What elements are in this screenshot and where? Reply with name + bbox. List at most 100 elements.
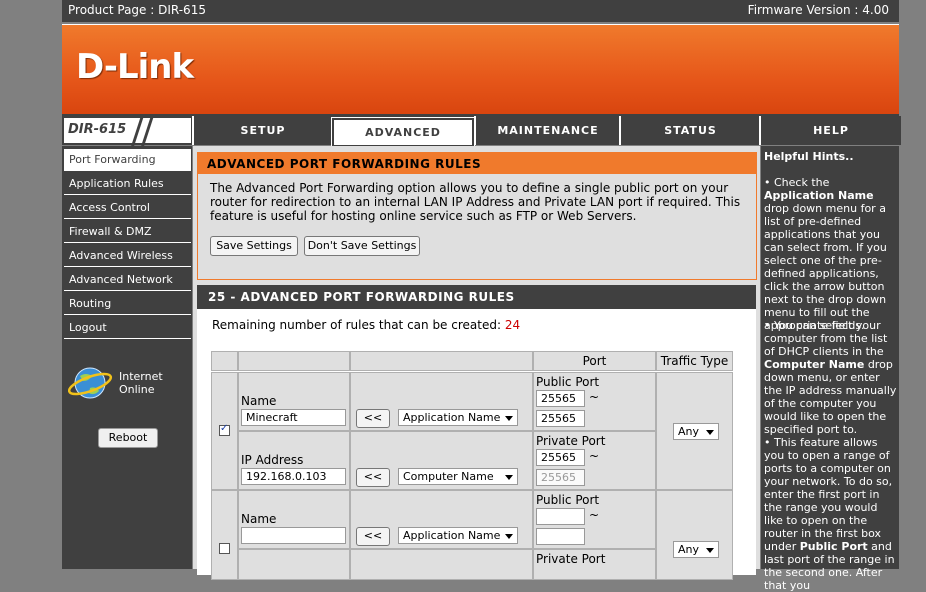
brand-banner: D-Link bbox=[62, 24, 899, 114]
rule-1-public-port-start[interactable]: 25565 bbox=[536, 390, 585, 407]
tab-help[interactable]: HELP bbox=[759, 116, 901, 145]
range-tilde: ~ bbox=[589, 390, 600, 404]
sidebar-item-application-rules[interactable]: Application Rules bbox=[64, 173, 191, 195]
hint-application-name: • Check the Application Name drop down m… bbox=[764, 176, 898, 332]
traffic-type-header: Traffic Type bbox=[656, 351, 733, 371]
hint-text: • Check the bbox=[764, 176, 830, 189]
rule-2-name-cell: Name bbox=[238, 490, 350, 549]
save-settings-button[interactable]: Save Settings bbox=[210, 236, 298, 256]
public-port-label: Public Port bbox=[536, 493, 600, 507]
internet-status: Internet Online bbox=[119, 370, 163, 396]
rule-1-app-cell: << Application Name bbox=[350, 372, 533, 431]
remaining-label: Remaining number of rules that can be cr… bbox=[212, 318, 502, 332]
sidebar-item-logout[interactable]: Logout bbox=[64, 317, 191, 339]
firmware-version-label: Firmware Version : 4.00 bbox=[747, 3, 889, 17]
intro-description: The Advanced Port Forwarding option allo… bbox=[210, 181, 741, 223]
rule-2-check-cell bbox=[211, 490, 238, 580]
private-port-label: Private Port bbox=[536, 434, 606, 448]
tab-status[interactable]: STATUS bbox=[619, 116, 760, 145]
traffic-type-value: Any bbox=[678, 543, 700, 556]
port-header: Port bbox=[533, 351, 656, 371]
rule-1-private-port-cell: Private Port 25565 ~ 25565 bbox=[533, 431, 656, 490]
rule-1-app-copy-button[interactable]: << bbox=[356, 409, 390, 428]
hint-emphasis: Computer Name bbox=[764, 358, 865, 371]
range-tilde: ~ bbox=[589, 449, 600, 463]
rule-1-application-select[interactable]: Application Name bbox=[398, 409, 518, 426]
rule-1-ip-input[interactable]: 192.168.0.103 bbox=[241, 468, 346, 485]
sidebar-item-advanced-wireless[interactable]: Advanced Wireless bbox=[64, 245, 191, 267]
chevron-down-icon bbox=[505, 534, 513, 539]
chevron-down-icon bbox=[706, 430, 714, 435]
name-label: Name bbox=[241, 512, 277, 526]
hint-text: • This feature allows you to open a rang… bbox=[764, 436, 893, 553]
sidebar-item-firewall-dmz[interactable]: Firewall & DMZ bbox=[64, 221, 191, 243]
name-label: Name bbox=[241, 394, 277, 408]
reboot-button[interactable]: Reboot bbox=[98, 428, 158, 448]
header-cell bbox=[211, 351, 238, 371]
rule-1-public-port-end[interactable]: 25565 bbox=[536, 410, 585, 427]
intro-panel: ADVANCED PORT FORWARDING RULES The Advan… bbox=[197, 152, 757, 280]
hint-text: drop down menu for a list of pre-defined… bbox=[764, 202, 887, 332]
hint-emphasis: Public Port bbox=[799, 540, 868, 553]
rule-2-enable-checkbox[interactable] bbox=[219, 543, 230, 554]
private-port-label: Private Port bbox=[536, 552, 606, 566]
rule-1-check-cell bbox=[211, 372, 238, 490]
rule-1-private-port-end[interactable]: 25565 bbox=[536, 469, 585, 486]
rules-title: 25 - ADVANCED PORT FORWARDING RULES bbox=[197, 285, 756, 309]
rules-panel: 25 - ADVANCED PORT FORWARDING RULES Rema… bbox=[197, 285, 756, 580]
rule-1-public-port-cell: Public Port 25565 ~ 25565 bbox=[533, 372, 656, 431]
helpful-hints-panel: Helpful Hints.. • Check the Application … bbox=[761, 146, 899, 592]
header-cell bbox=[238, 351, 350, 371]
chevron-down-icon bbox=[505, 475, 513, 480]
range-tilde: ~ bbox=[589, 508, 600, 522]
tab-advanced[interactable]: ADVANCED bbox=[331, 117, 475, 148]
rule-1-name-cell: Name Minecraft bbox=[238, 372, 350, 431]
model-label: DIR-615 bbox=[68, 122, 127, 137]
header-cell bbox=[350, 351, 533, 371]
rule-1-traffic-type-select[interactable]: Any bbox=[673, 423, 719, 440]
left-sidebar: Port Forwarding Application Rules Access… bbox=[62, 146, 192, 569]
chevron-down-icon bbox=[505, 416, 513, 421]
chevron-down-icon bbox=[706, 548, 714, 553]
rule-1-computer-copy-button[interactable]: << bbox=[356, 468, 390, 487]
rule-2-traffic-cell: Any bbox=[656, 490, 733, 580]
rule-2-traffic-type-select[interactable]: Any bbox=[673, 541, 719, 558]
rule-2-application-select[interactable]: Application Name bbox=[398, 527, 518, 544]
sidebar-item-port-forwarding[interactable]: Port Forwarding bbox=[64, 149, 191, 171]
ip-address-label: IP Address bbox=[241, 453, 304, 467]
rule-2-public-port-start[interactable] bbox=[536, 508, 585, 525]
model-badge: DIR-615 bbox=[64, 116, 191, 146]
dlink-logo: D-Link bbox=[76, 47, 194, 87]
tab-setup[interactable]: SETUP bbox=[192, 116, 332, 145]
tab-maintenance[interactable]: MAINTENANCE bbox=[474, 116, 620, 145]
rule-1-enable-checkbox[interactable] bbox=[219, 423, 230, 436]
remaining-rules: Remaining number of rules that can be cr… bbox=[212, 318, 520, 332]
hints-title: Helpful Hints.. bbox=[764, 150, 854, 163]
rule-2-app-copy-button[interactable]: << bbox=[356, 527, 390, 546]
hint-computer-name: • You can select your computer from the … bbox=[764, 319, 898, 436]
hint-emphasis: Application Name bbox=[764, 189, 874, 202]
rule-1-computer-select[interactable]: Computer Name bbox=[398, 468, 518, 485]
dont-save-settings-button[interactable]: Don't Save Settings bbox=[304, 236, 420, 256]
rule-2-name-input[interactable] bbox=[241, 527, 346, 544]
rule-1-traffic-cell: Any bbox=[656, 372, 733, 490]
sidebar-item-access-control[interactable]: Access Control bbox=[64, 197, 191, 219]
rule-1-ip-cell: IP Address 192.168.0.103 bbox=[238, 431, 350, 490]
rule-2-public-port-end[interactable] bbox=[536, 528, 585, 545]
application-select-value: Application Name bbox=[403, 411, 501, 424]
sidebar-item-routing[interactable]: Routing bbox=[64, 293, 191, 315]
top-bar: Product Page : DIR-615 Firmware Version … bbox=[62, 0, 899, 22]
rule-1-name-input[interactable]: Minecraft bbox=[241, 409, 346, 426]
sidebar-item-advanced-network[interactable]: Advanced Network bbox=[64, 269, 191, 291]
online-label: Online bbox=[119, 383, 155, 396]
rule-1-private-port-start[interactable]: 25565 bbox=[536, 449, 585, 466]
public-port-label: Public Port bbox=[536, 375, 600, 389]
rule-1-computer-cell: << Computer Name bbox=[350, 431, 533, 490]
computer-select-value: Computer Name bbox=[403, 470, 494, 483]
hint-text: • You can select your computer from the … bbox=[764, 319, 888, 358]
application-select-value: Application Name bbox=[403, 529, 501, 542]
rule-2-private-port-cell: Private Port bbox=[533, 549, 656, 580]
intro-title: ADVANCED PORT FORWARDING RULES bbox=[198, 153, 756, 174]
rule-2-ip-cell bbox=[238, 549, 350, 580]
product-page-label: Product Page : DIR-615 bbox=[68, 3, 206, 17]
